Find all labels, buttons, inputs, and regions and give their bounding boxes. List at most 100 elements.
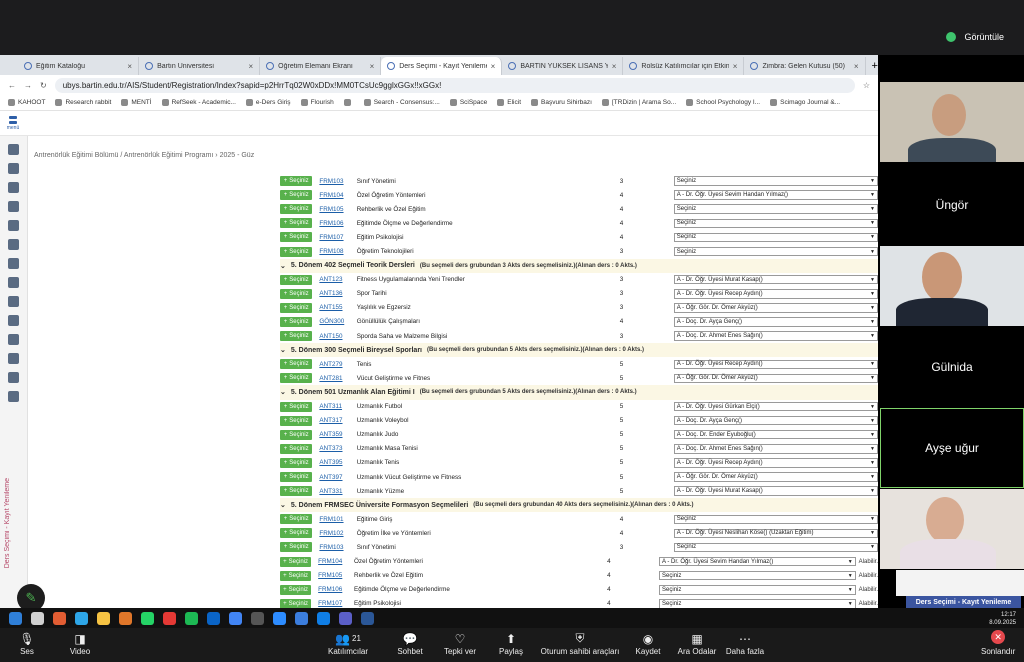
copy-icon[interactable] bbox=[8, 334, 19, 345]
star-icon[interactable]: ☆ bbox=[863, 81, 870, 90]
taskbar-app-icon[interactable] bbox=[53, 611, 66, 625]
bookmark[interactable]: SciSpace bbox=[449, 99, 487, 106]
course-code-link[interactable]: FRM102 bbox=[319, 530, 356, 537]
course-code-link[interactable]: ANT359 bbox=[319, 431, 356, 438]
section-select[interactable]: A - Dr. Öğr. Üyesi Sevim Handan Yılmaz()… bbox=[673, 190, 878, 200]
taskbar-app-icon[interactable] bbox=[9, 611, 22, 625]
browser-tab[interactable]: BARTIN YÜKSEK LİSANS YÖNT × bbox=[502, 57, 624, 75]
browser-tab[interactable]: Zimbra: Gelen Kutusu (50) × bbox=[744, 57, 866, 75]
section-select[interactable]: A - Dr. Öğr. Üyesi Murat Kasap() ▼ bbox=[673, 274, 878, 285]
close-icon[interactable]: × bbox=[370, 62, 375, 71]
bookmark[interactable] bbox=[343, 99, 354, 106]
select-course-button[interactable]: + Seçiniz bbox=[280, 232, 313, 243]
close-icon[interactable]: × bbox=[733, 62, 738, 71]
taskbar-app-icon[interactable] bbox=[163, 611, 176, 625]
bookmark[interactable]: Başvuru Sihirbazı bbox=[531, 99, 592, 106]
course-code-link[interactable]: FRM101 bbox=[319, 516, 356, 523]
select-course-button[interactable]: + Seçiniz bbox=[280, 514, 313, 525]
course-code-link[interactable]: FRM104 bbox=[319, 192, 356, 199]
course-code-link[interactable]: ANT397 bbox=[319, 474, 356, 481]
toolbar-video-button[interactable]: ◨ Video bbox=[40, 630, 120, 657]
taskbar-app-icon[interactable] bbox=[229, 611, 242, 625]
course-code-link[interactable]: FRM107 bbox=[319, 234, 356, 241]
select-course-button[interactable]: + Seçiniz bbox=[280, 288, 313, 299]
section-select[interactable]: Seçiniz ▼ bbox=[659, 585, 856, 595]
square-icon[interactable] bbox=[8, 315, 19, 326]
close-icon[interactable]: × bbox=[127, 62, 132, 71]
select-course-button[interactable]: + Seçiniz bbox=[280, 274, 313, 285]
taskbar-app-icon[interactable] bbox=[97, 611, 110, 625]
graduation-icon[interactable] bbox=[8, 201, 19, 212]
calendar2-icon[interactable] bbox=[8, 353, 19, 364]
menu-button[interactable]: menü bbox=[6, 113, 20, 133]
course-code-link[interactable]: FRM103 bbox=[319, 544, 356, 551]
course-code-link[interactable]: GÖN300 bbox=[319, 318, 356, 325]
course-code-link[interactable]: FRM107 bbox=[318, 600, 354, 607]
help-icon[interactable] bbox=[8, 277, 19, 288]
course-code-link[interactable]: FRM105 bbox=[319, 206, 356, 213]
bookmark[interactable]: KAHOOT bbox=[8, 99, 45, 106]
section-select[interactable]: Seçiniz ▼ bbox=[673, 542, 878, 553]
taskbar-app-icon[interactable] bbox=[273, 611, 286, 625]
course-code-link[interactable]: ANT136 bbox=[319, 290, 356, 297]
course-code-link[interactable]: ANT279 bbox=[319, 361, 356, 368]
select-course-button[interactable]: + Seçiniz bbox=[280, 556, 312, 567]
new-tab-icon[interactable]: + bbox=[872, 60, 878, 72]
section-select[interactable]: A - Doç. Dr. Ayça Genç() ▼ bbox=[673, 415, 878, 426]
reload-icon[interactable]: ↻ bbox=[40, 81, 47, 90]
bookmark[interactable]: Elicit bbox=[497, 99, 521, 106]
select-course-button[interactable]: + Seçiniz bbox=[280, 190, 313, 201]
select-course-button[interactable]: + Seçiniz bbox=[280, 429, 313, 440]
bookmark[interactable]: MENTİ bbox=[121, 99, 152, 106]
select-course-button[interactable]: + Seçiniz bbox=[280, 246, 313, 257]
course-code-link[interactable]: FRM104 bbox=[318, 558, 354, 565]
course-code-link[interactable]: ANT155 bbox=[319, 304, 356, 311]
course-code-link[interactable]: ANT150 bbox=[319, 333, 356, 340]
select-course-button[interactable]: + Seçiniz bbox=[280, 373, 313, 384]
back-icon[interactable]: ← bbox=[8, 81, 16, 90]
bookmark[interactable]: Scimago Journal &... bbox=[770, 99, 840, 106]
section-select[interactable]: Seçiniz ▼ bbox=[673, 204, 878, 214]
group-header[interactable]: ⌄ 5. Dönem 501 Uzmanlık Alan Eğitimi I (Bu… bbox=[280, 385, 878, 400]
toolbar-share-button[interactable]: ⬆ Paylaş bbox=[471, 630, 551, 657]
browser-tab[interactable]: Rolsüz Katılımcılar için Etkinlik × bbox=[623, 57, 745, 75]
select-course-button[interactable]: + Seçiniz bbox=[280, 176, 313, 187]
select-course-button[interactable]: + Seçiniz bbox=[280, 359, 313, 370]
list-icon[interactable] bbox=[8, 239, 19, 250]
course-code-link[interactable]: ANT311 bbox=[319, 403, 356, 410]
select-course-button[interactable]: + Seçiniz bbox=[280, 218, 313, 229]
bookmark[interactable]: Search - Consensus:... bbox=[363, 99, 440, 106]
section-select[interactable]: Seçiniz ▼ bbox=[673, 232, 878, 243]
browser-tab[interactable]: Ders Seçimi - Kayıt Yenileme × bbox=[381, 57, 503, 75]
close-icon[interactable]: × bbox=[612, 62, 617, 71]
select-course-button[interactable]: + Seçiniz bbox=[280, 316, 313, 327]
section-select[interactable]: A - Dr. Öğr. Üyesi Gürkan Elçi() ▼ bbox=[673, 401, 878, 412]
select-course-button[interactable]: + Seçiniz bbox=[280, 486, 313, 497]
section-select[interactable]: Seçiniz ▼ bbox=[659, 570, 856, 581]
browser-tab[interactable]: Öğretim Elemanı Ekranı × bbox=[260, 57, 382, 75]
taskbar-app-icon[interactable] bbox=[339, 611, 352, 625]
select-course-button[interactable]: + Seçiniz bbox=[280, 528, 313, 539]
select-course-button[interactable]: + Seçiniz bbox=[280, 542, 313, 553]
end-meeting-button[interactable]: ✕ Sonlandır bbox=[981, 630, 1015, 656]
section-select[interactable]: A - Dr. Öğr. Üyesi Murat Kasap() ▼ bbox=[673, 486, 878, 496]
url-field[interactable]: ubys.bartin.edu.tr/AIS/Student/Registrat… bbox=[54, 77, 855, 93]
group-header[interactable]: ⌄ 5. Dönem 402 Seçmeli Teorik Dersleri (Bu… bbox=[280, 258, 878, 273]
select-course-button[interactable]: + Seçiniz bbox=[280, 331, 313, 342]
bookmark[interactable]: Research rabbit bbox=[55, 99, 111, 106]
bookmark[interactable]: Flourish bbox=[300, 99, 334, 106]
section-select[interactable]: Seçiniz ▼ bbox=[673, 514, 878, 525]
toolbar-more-button[interactable]: ⋯ Daha fazla bbox=[705, 630, 785, 657]
select-course-button[interactable]: + Seçiniz bbox=[280, 204, 313, 215]
section-select[interactable]: Seçiniz ▼ bbox=[673, 176, 878, 186]
course-code-link[interactable]: ANT373 bbox=[319, 445, 356, 452]
section-select[interactable]: A - Doç. Dr. Ender Eyuboğlu() ▼ bbox=[673, 429, 878, 440]
select-course-button[interactable]: + Seçiniz bbox=[280, 415, 313, 426]
select-course-button[interactable]: + Seçiniz bbox=[280, 472, 313, 483]
section-select[interactable]: A - Dr. Öğr. Üyesi Recep Aydın() ▼ bbox=[673, 458, 878, 468]
calendar-icon[interactable] bbox=[8, 220, 19, 231]
section-select[interactable]: Seçiniz ▼ bbox=[673, 246, 878, 257]
close-icon[interactable]: × bbox=[248, 62, 253, 71]
taskbar-app-icon[interactable] bbox=[119, 611, 132, 625]
section-select[interactable]: A - Doç. Dr. Ayça Genç() ▼ bbox=[673, 317, 878, 327]
